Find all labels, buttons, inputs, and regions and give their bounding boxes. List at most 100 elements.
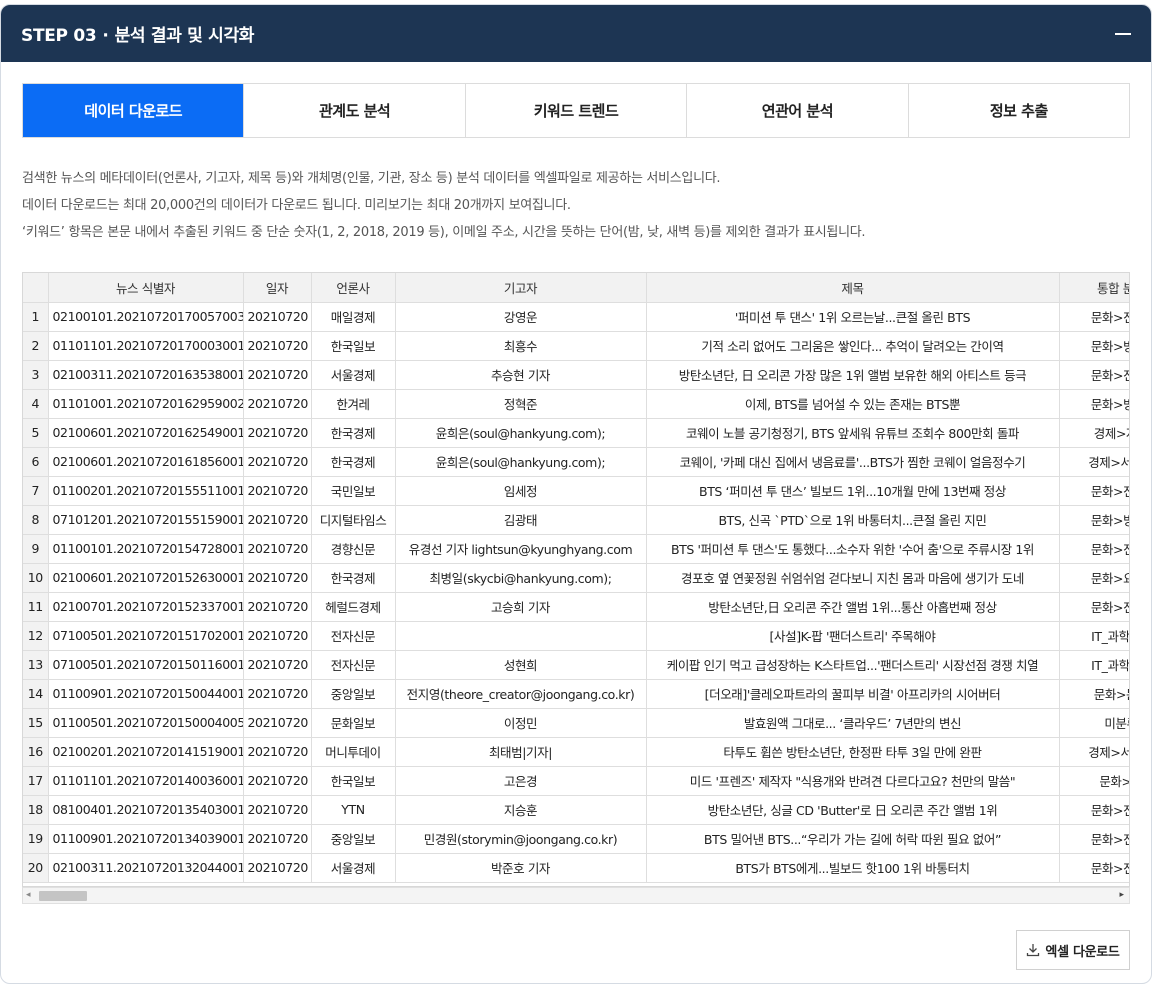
table-row: 7 01100201.20210720155511001 20210720 국민일보 임… [23,476,1129,506]
column-header: 언론사 [311,273,396,303]
table-cell: 02100101.20210720170057003 [48,302,244,332]
table-cell: 서울경제 [311,853,396,883]
table-cell: 강영운 [395,302,647,332]
table-cell: 경향신문 [311,534,396,564]
table-cell: 07100501.20210720151702001 [48,621,244,651]
row-index: 9 [23,534,49,564]
row-index-header [23,273,49,303]
table-cell: 20210720 [243,650,312,680]
scroll-left-arrow-icon[interactable]: ◂ [26,890,31,900]
preview-table: 뉴스 식별자일자언론사기고자제목통합 분류 102100101.20210720… [23,273,1129,883]
table-cell: 01101001.20210720162959002 [48,389,244,419]
description-line: 검색한 뉴스의 메타데이터(언론사, 기고자, 제목 등)와 개체명(인물, 기… [22,171,721,186]
table-cell: 문화일보 [311,708,396,738]
table-cell: 코웨이 노블 공기청정기, BTS 앞세워 유튜브 조회수 800만회 돌파 [646,418,1060,448]
table-row: 3 02100311.20210720163538001 20210720 서울경제 추… [23,360,1129,390]
table-cell: 방탄소년단, 日 오리콘 가장 많은 1위 앨범 보유한 해외 아티스트 등극 [646,360,1060,390]
table-cell: 한국경제 [311,418,396,448]
column-header: 일자 [243,273,312,303]
table-cell: 한겨레 [311,389,396,419]
table-cell: 한국경제 [311,563,396,593]
row-index: 19 [23,824,49,854]
table-cell: 02100311.20210720163538001 [48,360,244,390]
table-cell: 전지영(theore_creator@joongang.co.kr) [395,679,647,709]
row-index: 16 [23,737,49,767]
row-index: 3 [23,360,49,390]
table-cell: 국민일보 [311,476,396,506]
preview-table-container[interactable]: 뉴스 식별자일자언론사기고자제목통합 분류 102100101.20210720… [22,272,1130,887]
step-label: STEP 03 [21,26,97,46]
row-index: 20 [23,853,49,883]
table-cell: 02100601.20210720152630001 [48,563,244,593]
table-cell: 01100901.20210720150044001 [48,679,244,709]
table-cell: 20210720 [243,360,312,390]
table-cell: 고승희 기자 [395,592,647,622]
row-index: 7 [23,476,49,506]
table-cell: 이정민 [395,708,647,738]
table-cell: 경제>서비스 [1059,737,1129,767]
table-cell: 한국경제 [311,447,396,477]
table-cell: 01100201.20210720155511001 [48,476,244,506]
table-cell: 20210720 [243,534,312,564]
table-header-row: 뉴스 식별자일자언론사기고자제목통합 분류 [23,273,1129,303]
table-cell: '퍼미션 투 댄스' 1위 오르는날...큰절 올린 BTS [646,302,1060,332]
table-cell: 경포호 옆 연꽃정원 쉬엄쉬엄 걷다보니 지친 몸과 마음에 생기가 도네 [646,563,1060,593]
table-cell: 문화>전시_ [1059,302,1129,332]
table-cell: 20210720 [243,824,312,854]
table-cell: 정혁준 [395,389,647,419]
row-index: 18 [23,795,49,825]
table-cell: BTS 밀어낸 BTS...“우리가 가는 길에 허락 따윈 필요 없어” [646,824,1060,854]
table-cell: 20210720 [243,302,312,332]
table-cell: IT_과학>콘 [1059,650,1129,680]
collapse-icon[interactable] [1115,32,1131,35]
table-cell: 08100401.20210720135403001 [48,795,244,825]
table-cell: 매일경제 [311,302,396,332]
table-cell: 20210720 [243,592,312,622]
table-cell: 윤희은(soul@hankyung.com); [395,418,647,448]
row-index: 6 [23,447,49,477]
table-cell: 02100601.20210720161856001 [48,447,244,477]
table-cell: 디지털타임스 [311,505,396,535]
row-index: 4 [23,389,49,419]
row-index: 13 [23,650,49,680]
row-index: 5 [23,418,49,448]
table-cell: 20210720 [243,679,312,709]
table-cell: BTS, 신곡 `PTD`으로 1위 바통터치...큰절 올린 지민 [646,505,1060,535]
row-index: 8 [23,505,49,535]
table-cell: 20210720 [243,418,312,448]
table-cell: [사설]K-팝 '팬더스트리' 주목해야 [646,621,1060,651]
table-cell: 중앙일보 [311,824,396,854]
table-cell: 미분류 [1059,708,1129,738]
row-index: 1 [23,302,49,332]
excel-download-label: 엑셀 다운로드 [1045,944,1120,960]
table-cell: 전자신문 [311,621,396,651]
tab-1[interactable]: 관계도 분석 [244,84,466,137]
table-cell: 한국일보 [311,766,396,796]
scrollbar-thumb[interactable] [39,891,87,901]
tab-2[interactable]: 키워드 트렌드 [466,84,688,137]
tab-4[interactable]: 정보 추출 [909,84,1129,137]
horizontal-scrollbar[interactable]: ◂ ▸ [22,887,1130,904]
table-cell: 전자신문 [311,650,396,680]
table-cell: 방탄소년단,日 오리콘 주간 앨범 1위...통산 아홉번째 정상 [646,592,1060,622]
table-cell: [더오래]'클레오파트라의 꿀피부 비결' 아프리카의 시어버터 [646,679,1060,709]
column-header: 기고자 [395,273,647,303]
row-index: 2 [23,331,49,361]
panel-header: STEP 03 · 분석 결과 및 시각화 [1,5,1151,62]
table-cell [395,621,647,651]
row-index: 10 [23,563,49,593]
table-cell: 최흥수 [395,331,647,361]
table-cell: 케이팝 인기 먹고 급성장하는 K스타트업...'팬더스트리' 시장선점 경쟁 … [646,650,1060,680]
table-cell: 미드 '프렌즈' 제작자 "식용개와 반려견 다르다고요? 천만의 말씀" [646,766,1060,796]
table-cell: 최병일(skycbi@hankyung.com); [395,563,647,593]
description: 검색한 뉴스의 메타데이터(언론사, 기고자, 제목 등)와 개체명(인물, 기… [22,165,866,246]
table-cell: 문화>영 [1059,766,1129,796]
table-cell: 중앙일보 [311,679,396,709]
tab-0[interactable]: 데이터 다운로드 [23,84,245,137]
table-cell: 헤럴드경제 [311,592,396,622]
table-row: 4 01101001.20210720162959002 20210720 한겨레 정혁… [23,389,1129,419]
scroll-right-arrow-icon[interactable]: ▸ [1119,890,1124,900]
tab-3[interactable]: 연관어 분석 [687,84,909,137]
excel-download-button[interactable]: 엑셀 다운로드 [1016,930,1130,970]
table-cell: 발효원액 그대로... ‘클라우드’ 7년만의 변신 [646,708,1060,738]
